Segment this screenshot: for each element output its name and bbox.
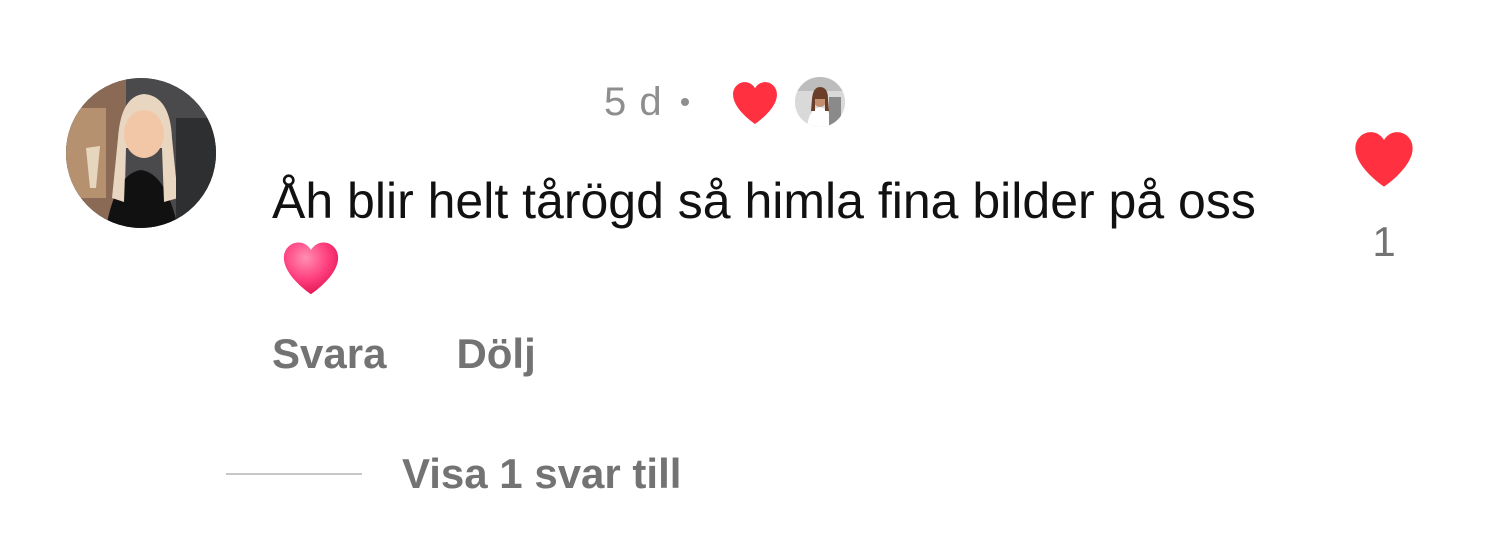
comment-item: 5 d Åh blir helt tårögd så himla fina bi… — [0, 0, 1500, 550]
comment-body: Åh blir helt tårögd så himla fina bilder… — [272, 168, 1282, 300]
creator-liked-heart-icon — [732, 82, 777, 124]
comment-meta: 5 d — [604, 76, 845, 128]
hide-button[interactable]: Dölj — [456, 330, 535, 378]
creator-avatar — [794, 77, 845, 127]
creator-avatar-photo — [794, 77, 845, 127]
comment-actions: Svara Dölj — [272, 330, 536, 378]
comment-timestamp: 5 d — [604, 79, 663, 124]
reply-button[interactable]: Svara — [272, 330, 386, 378]
view-replies-button[interactable]: Visa 1 svar till — [402, 450, 681, 498]
commenter-avatar[interactable] — [66, 78, 216, 228]
avatar-photo — [66, 78, 216, 228]
replies-divider — [226, 473, 362, 475]
like-heart-icon[interactable] — [1350, 128, 1418, 188]
like-column: 1 — [1346, 128, 1422, 266]
separator-dot — [680, 98, 689, 106]
like-count: 1 — [1372, 218, 1396, 265]
heart-emoji-icon — [283, 242, 339, 295]
view-replies[interactable]: Visa 1 svar till — [226, 448, 681, 500]
comment-text: Åh blir helt tårögd så himla fina bilder… — [272, 173, 1256, 229]
